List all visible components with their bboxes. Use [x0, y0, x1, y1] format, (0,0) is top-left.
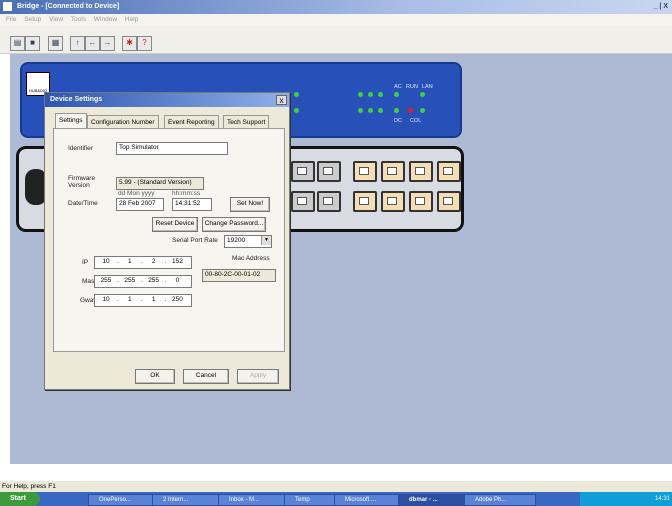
menu-bar: File Setup View Tools Window Help — [0, 14, 672, 26]
open-icon[interactable]: ▤ — [10, 36, 25, 51]
led-label-col: COL — [410, 118, 422, 124]
cancel-button[interactable]: Cancel — [183, 369, 229, 384]
status-bar: For Help, press F1 — [0, 481, 672, 492]
reset-device-button[interactable]: Reset Device — [152, 217, 198, 232]
task-internet[interactable]: 2 Intern... — [152, 494, 226, 506]
led-label-lan: LAN — [422, 84, 433, 90]
ip-input[interactable]: 10. 1. 2. 152 — [94, 256, 192, 269]
led-label-ac: AC — [394, 84, 402, 90]
save-icon[interactable]: ■ — [25, 36, 40, 51]
forward-icon[interactable]: → — [100, 36, 115, 51]
menu-file[interactable]: File — [6, 16, 16, 23]
time-format-hint: hh:mm:ss — [172, 190, 201, 197]
mac-address-label: Mac Address — [232, 255, 270, 262]
task-dbmar[interactable]: dbmar - ... — [398, 494, 472, 506]
ok-button[interactable]: OK — [135, 369, 175, 384]
mac-address-value: 00-80-2C-00-01-02 — [202, 269, 276, 282]
device-settings-dialog: Device Settings x Settings Configuration… — [44, 92, 290, 390]
menu-help[interactable]: Help — [125, 16, 138, 23]
clock: 14:31 — [654, 496, 670, 502]
window-title: Bridge - [Connected to Device] — [16, 3, 120, 10]
toolbar: ▤ ■ ▦ ↑ ← → ✱ ? — [0, 26, 672, 54]
app-icon — [3, 2, 12, 11]
tab-event-reporting[interactable]: Event Reporting — [164, 115, 219, 129]
task-inbox[interactable]: Inbox - M... — [218, 494, 292, 506]
window-titlebar: Bridge - [Connected to Device] _ | X — [0, 0, 672, 14]
date-input[interactable]: 28 Feb 2007 — [116, 198, 164, 211]
start-button[interactable]: Start — [0, 492, 40, 506]
set-now-button[interactable]: Set Now! — [230, 197, 270, 212]
firmware-value: 5.99 - (Standard Version) — [116, 177, 204, 190]
firmware-label: Firmware Version — [68, 175, 96, 189]
serial-port-select[interactable]: 19200 ▼ — [224, 235, 272, 248]
menu-tools[interactable]: Tools — [71, 16, 86, 23]
up-icon[interactable]: ↑ — [70, 36, 85, 51]
led-label-run: RUN — [406, 84, 418, 90]
led-label-dc: DC — [394, 118, 402, 124]
task-temp[interactable]: Temp — [284, 494, 340, 506]
task-oneperso[interactable]: OnePerso... — [88, 494, 160, 506]
mask-input[interactable]: 255. 255. 255. 0 — [94, 275, 192, 288]
time-input[interactable]: 14:31:52 — [172, 198, 212, 211]
system-tray: 14:31 — [580, 492, 672, 506]
back-icon[interactable]: ← — [85, 36, 100, 51]
tab-tech-support[interactable]: Tech Support — [223, 115, 270, 129]
task-adobe[interactable]: Adobe Ph... — [464, 494, 536, 506]
settings-panel: Identifier Top Simulator Firmware Versio… — [53, 128, 285, 352]
menu-view[interactable]: View — [49, 16, 63, 23]
serial-port-label: Serial Port Rate — [172, 237, 218, 244]
change-password-button[interactable]: Change Password... — [202, 217, 266, 232]
window-controls[interactable]: _ | X — [654, 0, 668, 14]
menu-setup[interactable]: Setup — [24, 16, 41, 23]
tab-settings[interactable]: Settings — [55, 113, 87, 129]
dialog-close-button[interactable]: x — [276, 95, 287, 105]
apply-button: Apply — [237, 369, 279, 384]
tab-configuration-number[interactable]: Configuration Number — [87, 115, 159, 129]
gateway-input[interactable]: 10. 1. 1. 250 — [94, 294, 192, 307]
chevron-down-icon[interactable]: ▼ — [261, 236, 271, 245]
identifier-input[interactable]: Top Simulator — [116, 142, 228, 155]
settings-icon[interactable]: ✱ — [122, 36, 137, 51]
ip-label: IP — [82, 259, 89, 266]
print-icon[interactable]: ▦ — [48, 36, 63, 51]
menu-window[interactable]: Window — [94, 16, 117, 23]
identifier-label: Identifier — [68, 145, 93, 152]
dialog-title: Device Settings — [45, 93, 289, 107]
date-format-hint: dd Mon yyyy — [118, 190, 155, 197]
taskbar: Start OnePerso... 2 Intern... Inbox - M.… — [0, 492, 672, 506]
datetime-label: Date/Time — [68, 200, 98, 207]
task-microsoft[interactable]: Microsoft ... — [334, 494, 406, 506]
help-icon[interactable]: ? — [137, 36, 152, 51]
